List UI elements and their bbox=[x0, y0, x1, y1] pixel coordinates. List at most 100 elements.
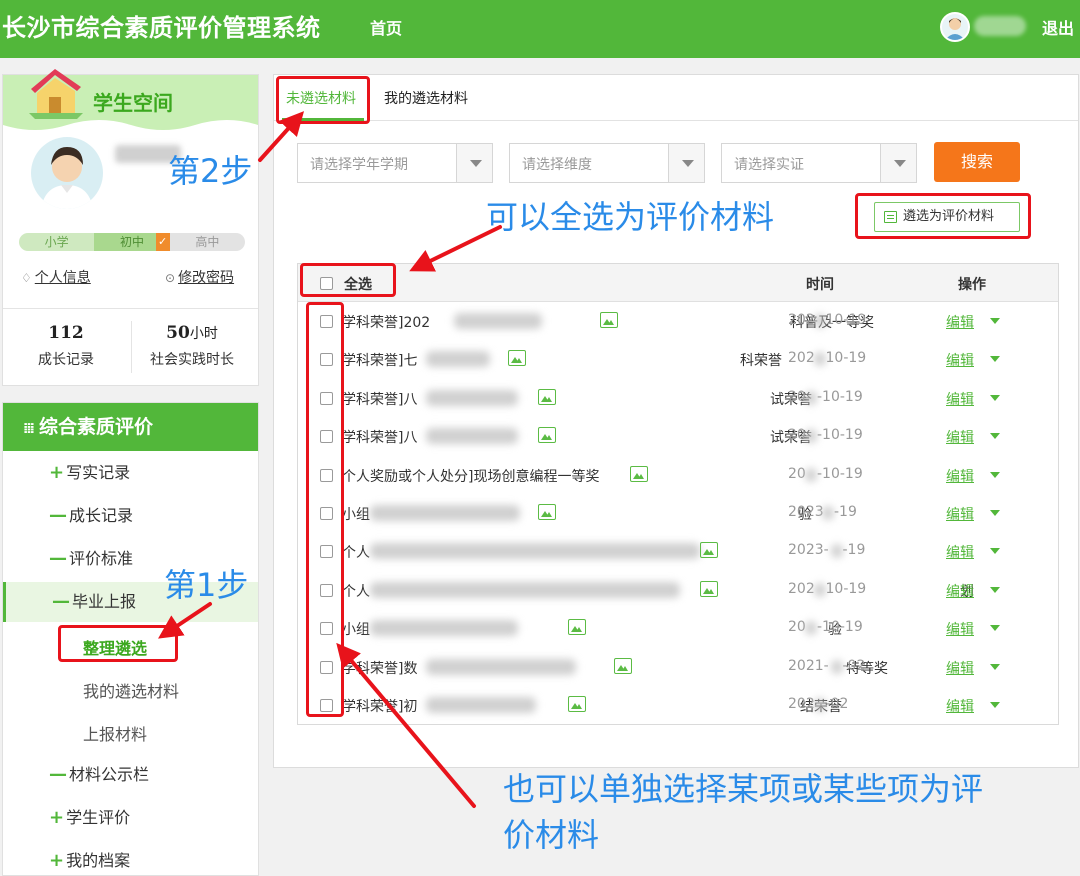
edit-link[interactable]: 编辑 bbox=[946, 466, 974, 486]
image-icon[interactable] bbox=[614, 657, 632, 674]
image-icon[interactable] bbox=[568, 619, 586, 636]
row-date-end: -19 bbox=[834, 504, 857, 520]
dropdown-caret-icon[interactable] bbox=[990, 663, 1000, 670]
row-date: 202 bbox=[788, 580, 815, 597]
edit-link[interactable]: 编辑 bbox=[946, 619, 974, 639]
dropdown-caret-icon[interactable] bbox=[990, 433, 1000, 440]
school-stage-bar: 小学 初中 ✓ 高中 bbox=[19, 233, 245, 251]
materials-table: 全选 时间 操作 学科荣誉]202 科普及一等奖 202 10-19 编辑 学科荣誉]七科… bbox=[297, 263, 1059, 725]
material-name-end: 科荣誉 bbox=[740, 353, 782, 370]
edit-link[interactable]: 编辑 bbox=[946, 504, 974, 524]
annotation-single-hint-1: 也可以单独选择某项或某些项为评 bbox=[503, 770, 984, 808]
sidebar-item-evaluation[interactable]: + 学生评价 bbox=[3, 798, 258, 838]
sidebar-item-archive[interactable]: + 我的档案 bbox=[3, 841, 258, 876]
practice-hours: 50小时 bbox=[137, 323, 247, 343]
edit-link[interactable]: 编辑 bbox=[946, 427, 974, 447]
redacted-date bbox=[805, 429, 817, 444]
table-row: 学科荣誉]202 科普及一等奖 202 10-19 编辑 bbox=[298, 302, 1058, 340]
expand-icon: + bbox=[49, 462, 65, 483]
sub-item-my-materials[interactable]: 我的遴选材料 bbox=[83, 678, 179, 702]
row-date-end: -10-19 bbox=[817, 427, 863, 444]
dropdown-caret-icon[interactable] bbox=[990, 586, 1000, 593]
material-name: 小组 bbox=[342, 622, 370, 639]
expand-icon: + bbox=[49, 850, 65, 871]
table-row: 个人划 202 10-19 编辑 bbox=[298, 571, 1058, 609]
material-name: 学科荣誉]202 bbox=[342, 315, 431, 331]
personal-info-label: 个人信息 bbox=[34, 270, 91, 286]
row-date-end: 10-19 bbox=[825, 312, 867, 328]
sidebar-item-record[interactable]: + 写实记录 bbox=[3, 453, 258, 493]
sidebar-item-growth[interactable]: — 成长记录 bbox=[3, 496, 258, 536]
image-icon[interactable] bbox=[700, 580, 718, 597]
practice-hours-stat[interactable]: 50小时 社会实践时长 bbox=[137, 323, 247, 369]
user-avatar-icon[interactable] bbox=[940, 12, 970, 42]
annotation-box-checkboxes bbox=[306, 302, 344, 717]
search-button[interactable]: 搜索 bbox=[934, 142, 1020, 182]
change-password-link[interactable]: ⊙ 修改密码 bbox=[165, 267, 234, 287]
row-date: 20 bbox=[788, 619, 806, 636]
edit-link[interactable]: 编辑 bbox=[946, 542, 974, 562]
redacted-date bbox=[830, 544, 843, 559]
dropdown-caret-icon[interactable] bbox=[990, 625, 1000, 632]
student-space-panel: 学生空间 小学 初中 ✓ 高中 ♢ 个人信息 ⊙ 修改密码 112 成长记录 50小时… bbox=[2, 69, 259, 386]
wave-decoration bbox=[3, 120, 258, 137]
dropdown-caret-icon[interactable] bbox=[990, 548, 1000, 555]
stage-junior: 初中 ✓ bbox=[94, 233, 170, 251]
annotation-step2: 第2步 bbox=[168, 152, 253, 190]
logout-link[interactable]: 退出 bbox=[1042, 15, 1074, 39]
evidence-placeholder: 请选择实证 bbox=[734, 157, 804, 173]
image-icon[interactable] bbox=[600, 312, 618, 328]
column-operation: 操作 bbox=[958, 277, 986, 293]
image-icon[interactable] bbox=[630, 465, 648, 482]
edit-link[interactable]: 编辑 bbox=[946, 696, 974, 716]
personal-info-link[interactable]: ♢ 个人信息 bbox=[21, 267, 91, 287]
row-date: 20 bbox=[788, 388, 806, 405]
chevron-down-icon bbox=[668, 144, 704, 182]
sidebar-item-label: 学生评价 bbox=[66, 808, 131, 827]
table-row: 学科荣誉]八 试荣誉 20 -10-19 编辑 bbox=[298, 379, 1058, 417]
row-date: 20 bbox=[788, 465, 806, 482]
student-space-title: 学生空间 bbox=[93, 91, 173, 115]
table-row: 学科荣誉]七 科荣誉 202 10-19 编辑 bbox=[298, 340, 1058, 378]
dropdown-caret-icon[interactable] bbox=[990, 356, 1000, 363]
dropdown-caret-icon[interactable] bbox=[990, 318, 1000, 324]
image-icon[interactable] bbox=[538, 504, 556, 520]
material-name: 学科荣誉]七 bbox=[342, 353, 418, 370]
image-icon[interactable] bbox=[700, 542, 718, 559]
row-date: 2023 bbox=[788, 504, 824, 520]
edit-link[interactable]: 编辑 bbox=[946, 312, 974, 332]
home-link[interactable]: 首页 bbox=[370, 15, 402, 39]
image-icon[interactable] bbox=[538, 388, 556, 405]
row-date-end: -19 bbox=[842, 542, 866, 559]
edit-link[interactable]: 编辑 bbox=[946, 658, 974, 678]
practice-label: 社会实践时长 bbox=[150, 352, 234, 368]
redacted-date bbox=[813, 352, 826, 367]
sidebar-item-bulletin[interactable]: — 材料公示栏 bbox=[3, 755, 258, 795]
term-select[interactable]: 请选择学年学期 bbox=[297, 143, 493, 183]
redacted-date bbox=[813, 698, 826, 712]
dropdown-caret-icon[interactable] bbox=[990, 394, 1000, 401]
image-icon[interactable] bbox=[568, 696, 586, 712]
image-icon[interactable] bbox=[538, 427, 556, 444]
growth-record-stat[interactable]: 112 成长记录 bbox=[11, 323, 121, 369]
image-icon[interactable] bbox=[508, 350, 526, 367]
dropdown-caret-icon[interactable] bbox=[990, 702, 1000, 708]
tab-my-selected[interactable]: 我的遴选材料 bbox=[384, 88, 468, 108]
checkmark-icon: ✓ bbox=[155, 233, 170, 251]
edit-link[interactable]: 编辑 bbox=[946, 581, 974, 601]
redacted-date bbox=[822, 506, 834, 520]
sub-item-submitted[interactable]: 上报材料 bbox=[83, 721, 147, 745]
material-name: 个人 bbox=[342, 545, 370, 562]
dropdown-caret-icon[interactable] bbox=[990, 471, 1000, 478]
annotation-box-curate bbox=[58, 625, 178, 662]
material-name: 小组 bbox=[342, 507, 370, 523]
redacted-text bbox=[426, 658, 576, 675]
dropdown-caret-icon[interactable] bbox=[990, 510, 1000, 516]
edit-link[interactable]: 编辑 bbox=[946, 350, 974, 370]
redacted-date bbox=[805, 390, 817, 405]
edit-link[interactable]: 编辑 bbox=[946, 389, 974, 409]
dimension-select[interactable]: 请选择维度 bbox=[509, 143, 705, 183]
redacted-text bbox=[454, 313, 542, 329]
redacted-date bbox=[813, 314, 826, 328]
evidence-select[interactable]: 请选择实证 bbox=[721, 143, 917, 183]
